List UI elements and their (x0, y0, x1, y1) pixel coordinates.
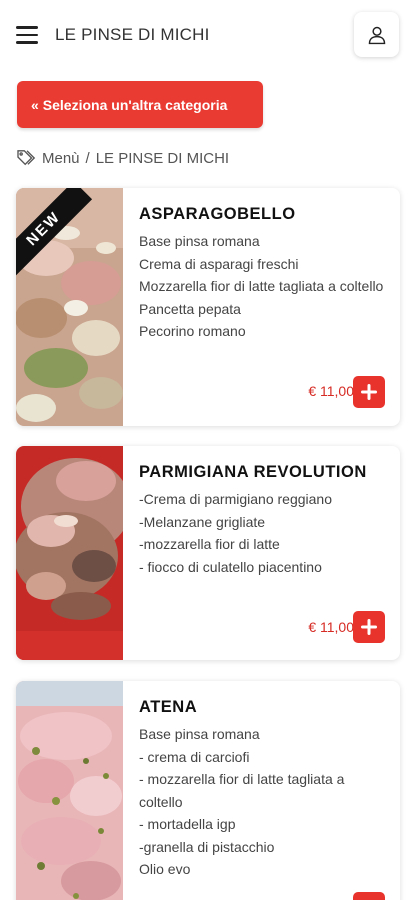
product-description: Base pinsa romana Crema di asparagi fres… (139, 230, 388, 343)
user-icon (368, 26, 385, 44)
app-header: LE PINSE DI MICHI (0, 0, 415, 72)
description-line: -granella di pistacchio (139, 838, 275, 855)
product-image (16, 681, 123, 900)
description-line: - mozzarella fior di latte tagliata a co… (139, 771, 345, 810)
add-to-cart-button[interactable] (353, 892, 385, 900)
product-image (16, 446, 123, 660)
select-category-button[interactable]: « Seleziona un'altra categoria (17, 81, 263, 128)
description-line: - crema di carciofi (139, 748, 250, 765)
description-line: Pecorino romano (139, 323, 246, 339)
breadcrumb-separator: / (85, 149, 90, 167)
product-card[interactable]: ATENA Base pinsa romana - crema di carci… (16, 681, 400, 900)
breadcrumb: Menù / LE PINSE DI MICHI (16, 148, 229, 168)
plus-icon (361, 619, 377, 635)
description-line: -mozzarella fior di latte (139, 536, 280, 552)
page-title: LE PINSE DI MICHI (55, 25, 210, 44)
product-card[interactable]: PARMIGIANA REVOLUTION -Crema di parmigia… (16, 446, 400, 660)
product-name: ATENA (139, 698, 198, 716)
product-image: NEW (16, 188, 123, 426)
plus-icon (361, 384, 377, 400)
user-account-button[interactable] (354, 12, 399, 57)
description-line: Pancetta pepata (139, 300, 241, 317)
product-price: € 11,00 (308, 383, 354, 399)
description-line: -Crema di parmigiano reggiano (139, 491, 332, 507)
tags-icon (17, 150, 36, 166)
description-line: Base pinsa romana (139, 233, 260, 249)
product-description: Base pinsa romana - crema di carciofi - … (139, 723, 388, 881)
description-line: - mortadella igp (139, 816, 236, 832)
add-to-cart-button[interactable] (353, 376, 385, 408)
description-line: Mozzarella fior di latte tagliata a colt… (139, 278, 384, 294)
description-line: Olio evo (139, 861, 191, 877)
description-line: -Melanzane grigliate (139, 513, 266, 530)
product-card[interactable]: NEW ASPARAGOBELLO Base pinsa romana Crem… (16, 188, 400, 426)
description-line: - fiocco di culatello piacentino (139, 558, 322, 575)
product-name: PARMIGIANA REVOLUTION (139, 463, 367, 481)
product-description: -Crema di parmigiano reggiano -Melanzane… (139, 488, 388, 578)
product-price: € 11,00 (308, 619, 354, 635)
breadcrumb-menu-link[interactable]: Menù (42, 150, 80, 167)
hamburger-menu-icon[interactable] (16, 26, 38, 44)
product-name: ASPARAGOBELLO (139, 205, 296, 223)
add-to-cart-button[interactable] (353, 611, 385, 643)
product-details: ATENA Base pinsa romana - crema di carci… (139, 681, 388, 900)
select-category-label: Seleziona un'altra categoria (42, 96, 228, 113)
chevron-double-left-icon: « (31, 96, 39, 113)
breadcrumb-current: LE PINSE DI MICHI (95, 149, 230, 167)
description-line: Crema di asparagi freschi (139, 255, 299, 272)
description-line: Base pinsa romana (139, 726, 260, 742)
